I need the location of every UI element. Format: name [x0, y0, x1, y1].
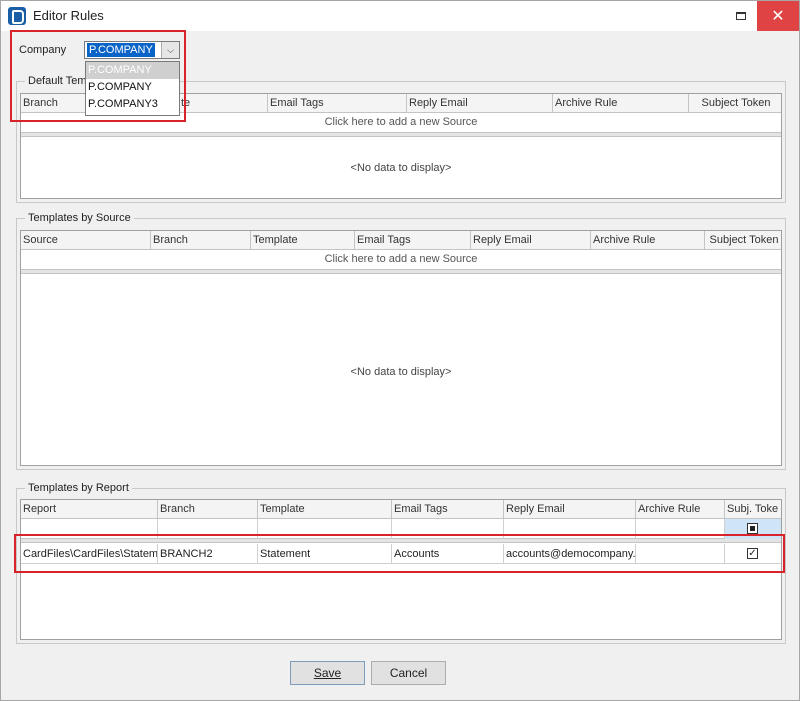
company-option[interactable]: P.COMPANY [86, 62, 179, 79]
filter-cell[interactable] [504, 519, 636, 539]
filter-checkbox[interactable] [747, 523, 758, 534]
filter-cell[interactable] [392, 519, 504, 539]
column-header[interactable]: Archive Rule [636, 500, 725, 519]
column-header[interactable]: Archive Rule [591, 231, 705, 250]
no-data-message: <No data to display> [350, 366, 452, 378]
column-header[interactable]: Report [21, 500, 158, 519]
company-dropdown-list: P.COMPANY P.COMPANY P.COMPANY3 [85, 61, 180, 116]
column-header[interactable]: Subject Token [689, 94, 781, 113]
template-cell[interactable]: Statement [258, 544, 392, 564]
filter-cell[interactable] [158, 519, 258, 539]
company-label: Company [19, 44, 67, 56]
table-row[interactable]: CardFiles\CardFiles\Stateme BRANCH2 Stat… [21, 544, 781, 564]
archive-rule-cell[interactable] [636, 544, 725, 564]
column-header[interactable]: Reply Email [407, 94, 553, 113]
filter-cell[interactable] [636, 519, 725, 539]
column-header[interactable]: Email Tags [392, 500, 504, 519]
check-icon[interactable]: ✓ [747, 548, 758, 559]
grid-header: Report Branch Template Email Tags Reply … [21, 500, 781, 519]
column-header[interactable]: Reply Email [504, 500, 636, 519]
chevron-down-icon[interactable]: ⌵ [161, 42, 179, 58]
column-header[interactable]: Reply Email [471, 231, 591, 250]
company-selected-value: P.COMPANY [87, 43, 155, 57]
close-button[interactable]: ✕ [757, 1, 799, 31]
templates-by-source-title: Templates by Source [25, 212, 134, 224]
editor-rules-window: Editor Rules ✕ Company P.COMPANY ⌵ P.COM… [0, 0, 800, 701]
minimize-icon [736, 12, 746, 20]
branch-cell[interactable]: BRANCH2 [158, 544, 258, 564]
save-button-label: Save [313, 666, 342, 680]
row-separator [21, 133, 781, 137]
filter-cell[interactable] [725, 519, 781, 539]
add-new-row[interactable]: Click here to add a new Source [21, 113, 781, 133]
column-header[interactable]: Branch [158, 500, 258, 519]
window-title: Editor Rules [33, 8, 104, 23]
column-header[interactable]: Email Tags [268, 94, 407, 113]
column-header[interactable]: te [167, 94, 268, 113]
row-separator [21, 539, 781, 543]
cancel-button-label: Cancel [389, 666, 428, 680]
grid-header: Source Branch Template Email Tags Reply … [21, 231, 781, 250]
column-header[interactable]: Template [251, 231, 355, 250]
row-separator [21, 270, 781, 274]
email-tags-cell[interactable]: Accounts [392, 544, 504, 564]
filter-row [21, 519, 781, 539]
column-header[interactable]: Archive Rule [553, 94, 689, 113]
title-bar: Editor Rules ✕ [1, 1, 799, 31]
company-option[interactable]: P.COMPANY3 [86, 96, 179, 113]
company-option[interactable]: P.COMPANY [86, 79, 179, 96]
reply-email-cell[interactable]: accounts@democompany.c [504, 544, 636, 564]
default-templates-title: Default Tem [25, 75, 90, 87]
column-header[interactable]: Source [21, 231, 151, 250]
templates-by-source-grid: Source Branch Template Email Tags Reply … [20, 230, 782, 466]
company-select[interactable]: P.COMPANY ⌵ [84, 41, 180, 59]
close-icon: ✕ [771, 8, 785, 25]
filter-cell[interactable] [258, 519, 392, 539]
column-header[interactable]: Branch [151, 231, 251, 250]
minimize-button[interactable] [723, 1, 759, 31]
report-cell[interactable]: CardFiles\CardFiles\Stateme [21, 544, 158, 564]
filter-cell[interactable] [21, 519, 158, 539]
app-logo-icon [8, 7, 26, 25]
cancel-button[interactable]: Cancel [371, 661, 446, 685]
templates-by-report-title: Templates by Report [25, 482, 132, 494]
add-new-row[interactable]: Click here to add a new Source [21, 250, 781, 270]
templates-by-report-grid: Report Branch Template Email Tags Reply … [20, 499, 782, 640]
subject-token-cell[interactable]: ✓ [725, 544, 781, 564]
no-data-message: <No data to display> [350, 162, 452, 174]
column-header[interactable]: Template [258, 500, 392, 519]
column-header[interactable]: Email Tags [355, 231, 471, 250]
column-header[interactable]: Subj. Toke [725, 500, 781, 519]
save-button[interactable]: Save [290, 661, 365, 685]
column-header[interactable]: Subject Token [705, 231, 781, 250]
